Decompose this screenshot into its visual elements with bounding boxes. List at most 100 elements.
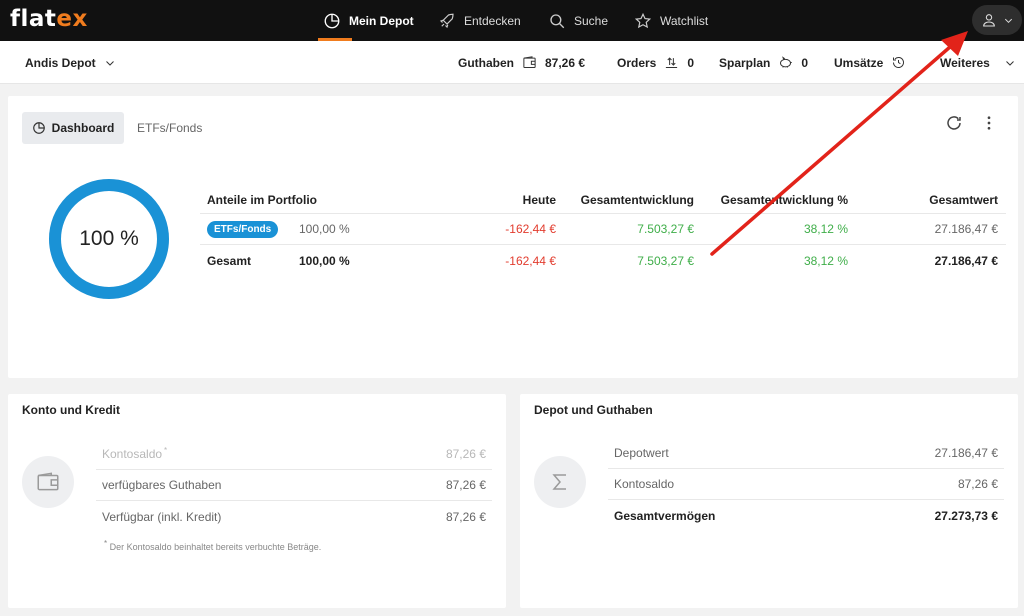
list-item: verfügbares Guthaben 87,26 € xyxy=(96,470,492,501)
list-item: Kontosaldo * 87,26 € xyxy=(96,439,492,470)
verfuegbares-guthaben-value: 87,26 € xyxy=(445,478,486,492)
depotwert-value: 27.186,47 € xyxy=(934,446,998,460)
list-item: Gesamtvermögen 27.273,73 € xyxy=(608,500,1004,531)
depot-selector[interactable]: Andis Depot xyxy=(25,41,116,84)
weiteres-label: Weiteres xyxy=(940,55,990,70)
kontosaldo-label: Kontosaldo xyxy=(614,477,675,491)
flatex-logo[interactable]: flatex xyxy=(10,6,88,32)
depot-summary-bar: Andis Depot Guthaben 87,26 € Orders 0 Sp… xyxy=(0,41,1024,84)
donut-center-label: 100 % xyxy=(79,227,139,250)
pie-chart-icon xyxy=(32,122,45,134)
kontosaldo-value: 87,26 € xyxy=(957,477,998,491)
row-dev: 7.503,27 € xyxy=(637,253,694,268)
depotwert-label: Depotwert xyxy=(614,446,669,460)
footnote: * Der Kontosaldo beinhaltet bereits verb… xyxy=(104,539,322,552)
guthaben-link[interactable]: Guthaben 87,26 € xyxy=(458,41,585,84)
etf-fonds-badge[interactable]: ETFs/Fonds xyxy=(207,220,279,238)
chevron-down-icon xyxy=(1005,60,1014,66)
chevron-down-icon xyxy=(105,60,114,66)
top-navigation-bar: flatex Mein Depot Entdecken Suche Watchl… xyxy=(0,0,1024,41)
header-heute: Heute xyxy=(522,192,556,207)
sigma-icon xyxy=(552,474,566,490)
kontosaldo-label: Kontosaldo xyxy=(102,447,163,461)
nav-mein-depot-label: Mein Depot xyxy=(349,13,414,28)
tab-etf-fonds[interactable]: ETFs/Fonds xyxy=(137,112,202,144)
row-total: 27.186,47 € xyxy=(934,253,998,268)
umsaetze-link[interactable]: Umsätze xyxy=(834,41,906,84)
depot-list: Depotwert 27.186,47 € Kontosaldo 87,26 €… xyxy=(608,438,1004,531)
row-name: Gesamt xyxy=(207,253,252,268)
tab-etf-fonds-label: ETFs/Fonds xyxy=(137,121,203,135)
sparplan-link[interactable]: Sparplan 0 xyxy=(719,41,808,84)
nav-mein-depot[interactable]: Mein Depot xyxy=(318,0,414,41)
card-title: Depot und Guthaben xyxy=(534,403,653,417)
nav-entdecken[interactable]: Entdecken xyxy=(438,0,521,41)
star-icon xyxy=(634,12,652,28)
card-title: Konto und Kredit xyxy=(22,403,120,417)
wallet-icon xyxy=(523,56,536,68)
kontosaldo-value: 87,26 € xyxy=(445,447,486,461)
row-pct: 100,00 % xyxy=(299,222,350,236)
nav-entdecken-label: Entdecken xyxy=(464,13,521,28)
orders-link[interactable]: Orders 0 xyxy=(617,41,694,84)
row-pct: 100,00 % xyxy=(299,253,350,268)
search-icon xyxy=(550,13,565,28)
guthaben-value: 87,26 € xyxy=(545,55,586,70)
konto-und-kredit-card: Konto und Kredit Kontosaldo * 87,26 € ver… xyxy=(8,394,506,608)
rocket-icon xyxy=(439,13,454,28)
pie-chart-icon xyxy=(324,13,340,28)
header-gesamtentwicklung: Gesamtentwicklung xyxy=(580,192,694,207)
row-dev-pct: 38,12 % xyxy=(803,253,848,268)
weiteres-menu[interactable]: Weiteres xyxy=(940,41,1016,84)
nav-suche[interactable]: Suche xyxy=(548,0,608,41)
user-menu-button[interactable] xyxy=(972,5,1022,35)
portfolio-dashboard-card: Dashboard ETFs/Fonds 100 % Anteile im Po… xyxy=(8,96,1018,378)
nav-watchlist-label: Watchlist xyxy=(660,13,709,28)
wallet-icon-circle xyxy=(22,456,74,508)
nav-watchlist[interactable]: Watchlist xyxy=(634,0,708,41)
umsaetze-label: Umsätze xyxy=(834,55,884,70)
nav-suche-label: Suche xyxy=(574,13,609,28)
verfuegbar-kredit-label: Verfügbar (inkl. Kredit) xyxy=(102,509,222,524)
user-icon xyxy=(982,14,995,27)
table-row-etf-fonds[interactable]: ETFs/Fonds 100,00 % -162,44 € 7.503,27 €… xyxy=(200,214,1006,245)
sparplan-count: 0 xyxy=(801,55,809,70)
more-vertical-icon xyxy=(987,116,991,130)
orders-count: 0 xyxy=(687,55,695,70)
sigma-icon-circle xyxy=(534,456,586,508)
history-icon xyxy=(893,57,905,68)
piggy-bank-icon xyxy=(780,56,793,68)
row-today: -162,44 € xyxy=(505,253,556,268)
sparplan-label: Sparplan xyxy=(719,55,771,70)
refresh-icon xyxy=(947,116,961,130)
chevron-down-icon xyxy=(1004,18,1012,23)
gesamtvermoegen-value: 27.273,73 € xyxy=(934,508,998,523)
row-dev: 7.503,27 € xyxy=(637,222,694,236)
wallet-icon xyxy=(37,472,59,491)
refresh-button[interactable] xyxy=(944,113,964,133)
gesamtvermoegen-label: Gesamtvermögen xyxy=(614,508,716,523)
tab-dashboard-label: Dashboard xyxy=(51,121,115,135)
more-options-button[interactable] xyxy=(979,113,999,133)
list-item: Depotwert 27.186,47 € xyxy=(608,438,1004,469)
depot-name: Andis Depot xyxy=(25,55,96,70)
header-gesamtentwicklung-pct: Gesamtentwicklung % xyxy=(720,192,848,207)
verfuegbares-guthaben-label: verfügbares Guthaben xyxy=(102,478,222,492)
table-header-row: Anteile im Portfolio Heute Gesamtentwick… xyxy=(200,186,1006,214)
verfuegbar-kredit-value: 87,26 € xyxy=(445,509,486,524)
tab-dashboard[interactable]: Dashboard xyxy=(22,112,124,144)
header-gesamtwert: Gesamtwert xyxy=(929,192,998,207)
table-row-gesamt: Gesamt 100,00 % -162,44 € 7.503,27 € 38,… xyxy=(200,245,1006,276)
row-dev-pct: 38,12 % xyxy=(803,222,848,236)
list-item: Verfügbar (inkl. Kredit) 87,26 € xyxy=(96,501,492,532)
portfolio-table: Anteile im Portfolio Heute Gesamtentwick… xyxy=(200,186,1006,276)
konto-list: Kontosaldo * 87,26 € verfügbares Guthaben… xyxy=(96,439,492,532)
orders-icon xyxy=(666,57,678,68)
row-total: 27.186,47 € xyxy=(934,222,998,236)
row-today: -162,44 € xyxy=(505,222,556,236)
list-item: Kontosaldo 87,26 € xyxy=(608,469,1004,500)
guthaben-label: Guthaben xyxy=(458,55,514,70)
header-anteile: Anteile im Portfolio xyxy=(207,192,318,207)
orders-label: Orders xyxy=(617,55,657,70)
depot-und-guthaben-card: Depot und Guthaben Depotwert 27.186,47 €… xyxy=(520,394,1018,608)
